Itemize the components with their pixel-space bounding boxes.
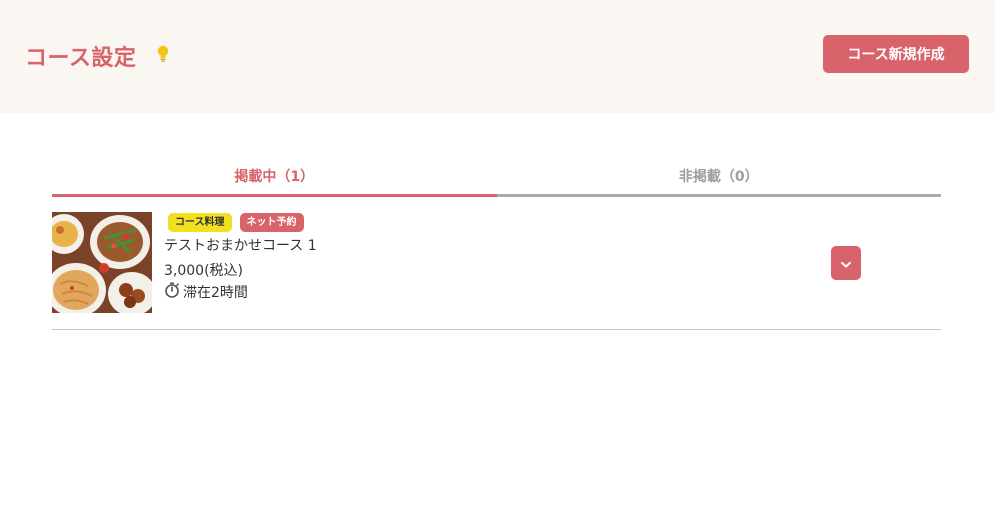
page-header: コース設定 コース新規作成 xyxy=(0,0,995,113)
tab-unpublished[interactable]: 非掲載（0） xyxy=(496,160,941,197)
new-course-button[interactable]: コース新規作成 xyxy=(823,35,969,73)
tab-published[interactable]: 掲載中（1） xyxy=(52,160,497,197)
tag-course-meal: コース料理 xyxy=(168,213,232,232)
stay-label: 滞在2時間 xyxy=(183,285,248,301)
stopwatch-icon xyxy=(164,282,180,302)
tag-net-reservation: ネット予約 xyxy=(239,213,304,232)
page-title: コース設定 xyxy=(25,46,137,71)
expand-course-button[interactable] xyxy=(831,246,861,280)
course-thumbnail xyxy=(52,212,152,313)
chevron-down-icon xyxy=(840,254,852,273)
course-tabs: 掲載中（1） 非掲載（0） xyxy=(52,160,941,197)
course-price: 3,000(税込) xyxy=(164,263,244,279)
course-list-item: コース料理 ネット予約 テストおまかせコース 1 3,000(税込) 滞在2時間 xyxy=(52,212,941,330)
course-tags: コース料理 ネット予約 xyxy=(168,213,304,232)
course-stay-duration: 滞在2時間 xyxy=(164,282,248,302)
course-name: テストおまかせコース 1 xyxy=(164,238,317,254)
lightbulb-icon[interactable] xyxy=(156,45,170,63)
